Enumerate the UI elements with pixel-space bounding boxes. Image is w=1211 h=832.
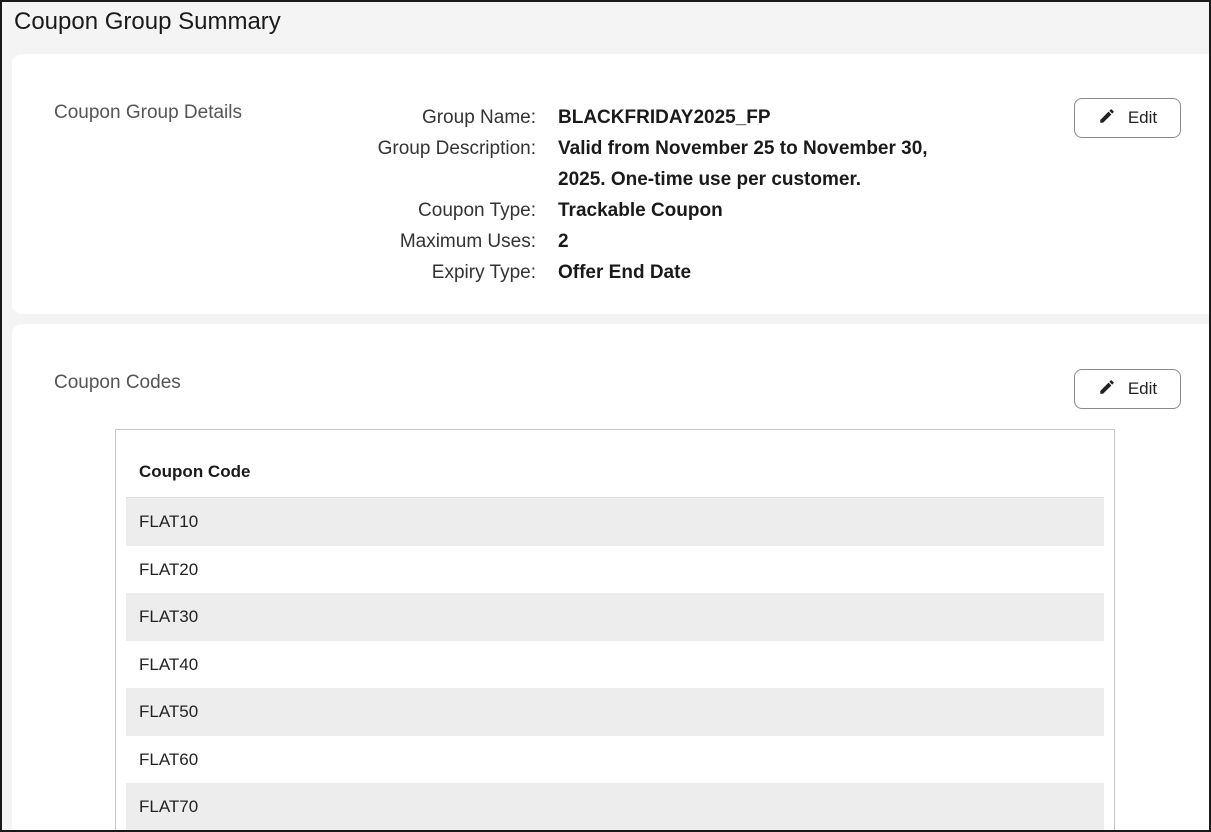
section-label-codes: Coupon Codes	[54, 372, 181, 393]
table-row[interactable]: FLAT20	[126, 546, 1104, 594]
coupon-group-details-card: Coupon Group Details Group Name: BLACKFR…	[12, 54, 1209, 314]
pencil-icon	[1098, 378, 1116, 401]
coupon-type-value: Trackable Coupon	[558, 200, 723, 221]
group-description-label: Group Description:	[377, 138, 536, 159]
edit-codes-label: Edit	[1127, 379, 1158, 398]
column-header-coupon-code: Coupon Code	[126, 452, 1104, 498]
table-row[interactable]: FLAT40	[126, 641, 1104, 689]
edit-details-button[interactable]: Edit	[1074, 98, 1181, 138]
table-row[interactable]: FLAT70	[126, 783, 1104, 830]
coupon-codes-card: Coupon Codes Edit Coupon Code FLAT10 FLA…	[12, 324, 1209, 830]
table-row[interactable]: FLAT60	[126, 736, 1104, 784]
details-grid: Group Name: BLACKFRIDAY2025_FP Group Des…	[312, 102, 972, 288]
group-description-value: Valid from November 25 to November 30, 2…	[558, 138, 928, 190]
coupon-type-label: Coupon Type:	[418, 200, 536, 221]
page-title: Coupon Group Summary	[14, 8, 281, 35]
maximum-uses-value: 2	[558, 231, 569, 252]
pencil-icon	[1098, 107, 1116, 130]
table-row[interactable]: FLAT10	[126, 498, 1104, 546]
expiry-type-value: Offer End Date	[558, 262, 692, 283]
section-label-details: Coupon Group Details	[54, 102, 242, 123]
group-name-label: Group Name:	[421, 107, 536, 128]
expiry-type-label: Expiry Type:	[431, 262, 536, 283]
group-name-value: BLACKFRIDAY2025_FP	[558, 107, 771, 128]
edit-details-label: Edit	[1127, 108, 1158, 127]
table-body: FLAT10 FLAT20 FLAT30 FLAT40 FLAT50 FLAT6…	[126, 498, 1104, 830]
edit-codes-button[interactable]: Edit	[1074, 369, 1181, 409]
table-row[interactable]: FLAT30	[126, 593, 1104, 641]
app-frame: Coupon Group Summary Coupon Group Detail…	[0, 0, 1211, 832]
table-row[interactable]: FLAT50	[126, 688, 1104, 736]
coupon-codes-table: Coupon Code FLAT10 FLAT20 FLAT30 FLAT40 …	[115, 429, 1115, 830]
maximum-uses-label: Maximum Uses:	[399, 231, 536, 252]
